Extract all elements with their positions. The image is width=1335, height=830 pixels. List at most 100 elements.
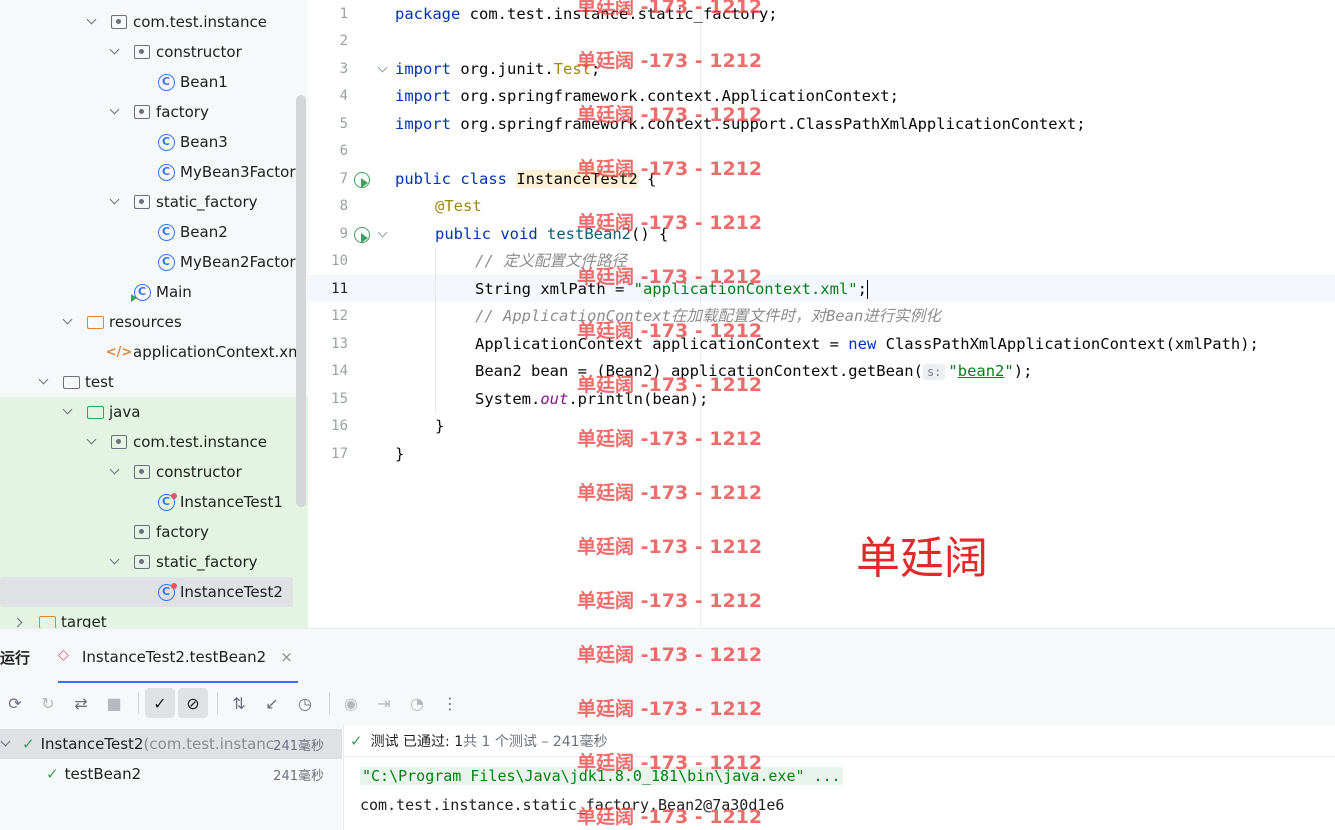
watermark-large-text: 单廷阔 xyxy=(856,533,988,584)
more-icon[interactable]: ⋮ xyxy=(435,688,465,718)
tree-item-package[interactable]: com.test.instance xyxy=(0,7,308,37)
code-line-17: } xyxy=(395,445,405,463)
tree-item-test-class[interactable]: C InstanceTest1 xyxy=(0,487,308,517)
chevron-down-icon[interactable] xyxy=(62,406,74,418)
watermark-text: 单廷阔 -173 - 1212 xyxy=(577,0,763,18)
test-passed-icon: ✓ xyxy=(22,735,35,753)
fold-icon[interactable] xyxy=(377,227,388,238)
line-number: 13 xyxy=(331,336,348,352)
watermark-text: 单廷阔 -173 - 1212 xyxy=(577,590,763,612)
chevron-down-icon[interactable] xyxy=(109,196,121,208)
text-caret xyxy=(866,280,869,299)
active-tab-indicator xyxy=(58,681,298,683)
chevron-down-icon[interactable] xyxy=(109,556,121,568)
sort-icon[interactable]: ⇅ xyxy=(224,688,254,718)
tree-item-class[interactable]: C Bean1 xyxy=(0,67,308,97)
test-source-folder-icon xyxy=(86,405,104,419)
stop-icon[interactable]: ■ xyxy=(99,688,129,718)
watermark-text: 单廷阔 -173 - 1212 xyxy=(577,212,763,234)
line-number: 3 xyxy=(339,61,348,77)
watermark-text: 单廷阔 -173 - 1212 xyxy=(577,104,763,126)
run-test-gutter-icon[interactable] xyxy=(354,172,370,188)
tree-item-package[interactable]: constructor xyxy=(0,37,308,67)
tree-item-class[interactable]: C MyBean2Factory xyxy=(0,247,308,277)
history-icon[interactable]: ◷ xyxy=(290,688,320,718)
fold-icon[interactable] xyxy=(377,62,388,73)
coverage-icon[interactable]: ◔ xyxy=(402,688,432,718)
chevron-down-icon[interactable] xyxy=(109,466,121,478)
chevron-down-icon[interactable] xyxy=(0,738,12,750)
class-icon: C xyxy=(157,253,175,271)
tree-item-folder[interactable]: resources xyxy=(0,307,308,337)
watermark-text: 单廷阔 -173 - 1212 xyxy=(577,482,763,504)
tree-item-package[interactable]: factory xyxy=(0,97,308,127)
rerun-failed-icon[interactable]: ↻ xyxy=(33,688,63,718)
folder-icon xyxy=(62,375,80,389)
project-tree: com.test.instance constructor C Bean1 fa… xyxy=(0,0,308,628)
tree-item-package[interactable]: static_factory xyxy=(0,187,308,217)
tree-item-class[interactable]: C MyBean3Factory xyxy=(0,157,308,187)
tree-scrollbar[interactable] xyxy=(296,95,306,507)
code-editor[interactable]: 1 2 3 4 5 6 7 8 9 10 11 12 13 14 15 16 1… xyxy=(308,0,1335,628)
watermark-text: 单廷阔 -173 - 1212 xyxy=(577,320,763,342)
collapse-icon[interactable]: ↙ xyxy=(257,688,287,718)
chevron-down-icon[interactable] xyxy=(86,436,98,448)
resources-folder-icon xyxy=(86,315,104,329)
class-icon: C xyxy=(157,223,175,241)
watermark-text: 单廷阔 -173 - 1212 xyxy=(577,698,763,720)
rerun-icon[interactable]: ⟳ xyxy=(0,688,30,718)
test-class-icon: C xyxy=(157,582,177,601)
run-toolbar: ⟳ ↻ ⇄ ■ ✓ ⊘ ⇅ ↙ ◷ ◉ ⇥ ◔ ⋮ xyxy=(0,685,468,721)
tree-item-class[interactable]: C Bean3 xyxy=(0,127,308,157)
chevron-down-icon[interactable] xyxy=(109,46,121,58)
test-passed-icon: ✓ xyxy=(46,765,59,783)
line-number: 9 xyxy=(339,226,348,242)
line-number: 2 xyxy=(339,33,348,49)
test-result-row[interactable]: ✓ testBean2 241毫秒 xyxy=(0,759,342,789)
excluded-folder-icon xyxy=(38,615,56,628)
tree-item-file[interactable]: </> applicationContext.xml xyxy=(0,337,308,367)
toggle-auto-test-icon[interactable]: ⇄ xyxy=(66,688,96,718)
screenshot-icon[interactable]: ◉ xyxy=(336,688,366,718)
chevron-down-icon[interactable] xyxy=(62,316,74,328)
tree-item-test-class-selected[interactable]: C InstanceTest2 xyxy=(0,577,293,607)
line-number: 6 xyxy=(339,143,348,159)
package-icon xyxy=(134,45,150,59)
line-number: 15 xyxy=(331,391,348,407)
code-line-8: @Test xyxy=(435,197,482,215)
chevron-down-icon[interactable] xyxy=(86,16,98,28)
console-output[interactable]: ✓ 测试 已通过: 1 共 1 个测试 – 241毫秒 "C:\Program … xyxy=(343,725,1335,830)
chevron-down-icon[interactable] xyxy=(109,106,121,118)
line-number: 17 xyxy=(331,446,348,462)
run-config-tab[interactable]: InstanceTest2.testBean2 × xyxy=(58,643,293,671)
close-tab-icon[interactable]: × xyxy=(280,648,293,666)
show-passed-icon[interactable]: ✓ xyxy=(145,688,175,718)
tree-item-package[interactable]: static_factory xyxy=(0,547,308,577)
test-config-icon xyxy=(58,647,74,663)
test-result-row[interactable]: ✓ InstanceTest2 (com.test.instanc 241毫秒 xyxy=(0,729,342,759)
tree-item-folder[interactable]: java xyxy=(0,397,308,427)
tree-item-package[interactable]: factory xyxy=(0,517,308,547)
watermark-text: 单廷阔 -173 - 1212 xyxy=(577,158,763,180)
watermark-text: 单廷阔 -173 - 1212 xyxy=(577,806,763,828)
tree-item-package[interactable]: constructor xyxy=(0,457,308,487)
tree-item-class[interactable]: C Bean2 xyxy=(0,217,308,247)
line-number: 14 xyxy=(331,363,348,379)
line-number: 8 xyxy=(339,198,348,214)
test-passed-icon: ✓ xyxy=(350,731,363,750)
watermark-text: 单廷阔 -173 - 1212 xyxy=(577,428,763,450)
chevron-right-icon[interactable] xyxy=(14,616,26,628)
tree-item-main-class[interactable]: C Main xyxy=(0,277,308,307)
main-class-icon: C xyxy=(130,283,151,302)
run-test-gutter-icon[interactable] xyxy=(354,227,370,243)
tree-item-folder[interactable]: target xyxy=(0,607,308,628)
tree-item-folder[interactable]: test xyxy=(0,367,308,397)
chevron-down-icon[interactable] xyxy=(38,376,50,388)
line-number: 12 xyxy=(331,308,348,324)
line-number: 4 xyxy=(339,88,348,104)
import-icon[interactable]: ⇥ xyxy=(369,688,399,718)
line-number: 16 xyxy=(331,418,348,434)
xml-file-icon: </> xyxy=(105,344,133,360)
tree-item-package[interactable]: com.test.instance xyxy=(0,427,308,457)
show-ignored-icon[interactable]: ⊘ xyxy=(178,688,208,718)
